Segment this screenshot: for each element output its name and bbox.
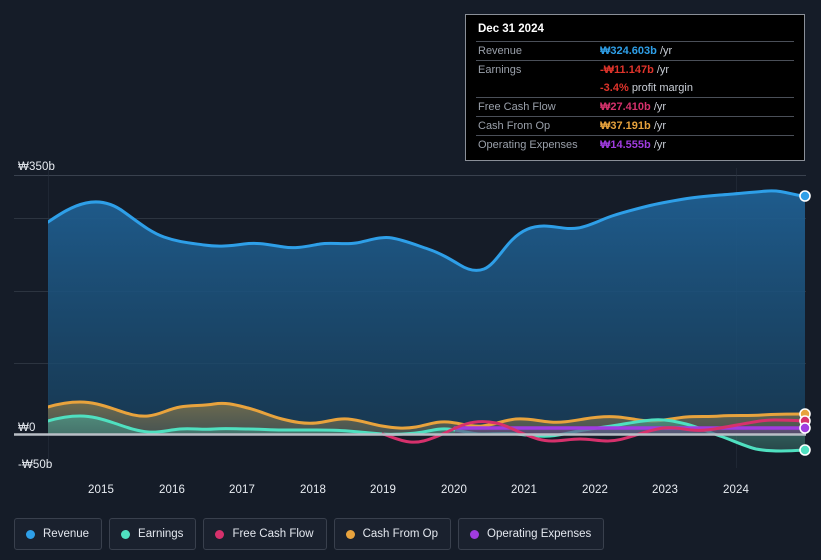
legend-label-operating-expenses: Operating Expenses bbox=[487, 528, 592, 540]
tooltip-row-cash-from-op: Cash From Op ₩37.191b /yr bbox=[476, 116, 794, 136]
tooltip-row-profit-margin: -3.4% profit margin bbox=[476, 79, 794, 98]
legend-label-revenue: Revenue bbox=[43, 528, 90, 540]
tooltip-key-profit-margin bbox=[476, 79, 598, 98]
tooltip-value-free-cash-flow: ₩27.410b /yr bbox=[598, 98, 794, 117]
tooltip-value-earnings: -₩11.147b /yr bbox=[598, 61, 794, 80]
legend-item-free-cash-flow[interactable]: Free Cash Flow bbox=[203, 518, 327, 550]
tooltip-key-revenue: Revenue bbox=[478, 45, 523, 57]
tooltip-unit-revenue: /yr bbox=[659, 45, 673, 57]
y-axis-label-350b: ₩350b bbox=[18, 161, 55, 173]
tooltip-unit-earnings: /yr bbox=[656, 64, 670, 76]
tooltip-unit-profit-margin: profit margin bbox=[631, 82, 693, 94]
tooltip-amount-operating-expenses: ₩14.555b bbox=[600, 139, 651, 151]
tooltip-key-operating-expenses: Operating Expenses bbox=[478, 139, 578, 151]
legend-dot-operating-expenses-icon bbox=[470, 529, 480, 539]
x-axis-label-2023: 2023 bbox=[652, 484, 678, 496]
tooltip-key-earnings: Earnings bbox=[478, 64, 522, 76]
tooltip-amount-earnings: -₩11.147b bbox=[600, 64, 654, 76]
legend-dot-earnings-icon bbox=[121, 529, 131, 539]
tooltip-row-revenue: Revenue ₩324.603b /yr bbox=[476, 41, 794, 61]
tooltip-table: Revenue ₩324.603b /yr Earnings -₩11.147b… bbox=[476, 41, 794, 154]
x-axis-label-2021: 2021 bbox=[511, 484, 537, 496]
legend-label-free-cash-flow: Free Cash Flow bbox=[232, 528, 314, 540]
y-axis-label-zero: ₩0 bbox=[18, 422, 36, 434]
x-axis-label-2018: 2018 bbox=[300, 484, 326, 496]
y-axis-label-neg50b: -₩50b bbox=[18, 459, 53, 471]
tooltip-value-profit-margin: -3.4% profit margin bbox=[598, 79, 794, 98]
legend-item-cash-from-op[interactable]: Cash From Op bbox=[333, 518, 452, 550]
tooltip-value-cash-from-op: ₩37.191b /yr bbox=[598, 117, 794, 136]
legend-label-cash-from-op: Cash From Op bbox=[362, 528, 439, 540]
revenue-area bbox=[48, 190, 805, 434]
x-axis-label-2019: 2019 bbox=[370, 484, 396, 496]
tooltip-row-free-cash-flow: Free Cash Flow ₩27.410b /yr bbox=[476, 97, 794, 117]
tooltip-unit-operating-expenses: /yr bbox=[653, 139, 667, 151]
legend-dot-cash-from-op-icon bbox=[345, 529, 355, 539]
tooltip-amount-revenue: ₩324.603b bbox=[600, 45, 657, 57]
stock-financials-chart: ₩350b ₩0 -₩50b 2015 2016 2017 2018 2019 … bbox=[0, 0, 821, 560]
tooltip-row-operating-expenses: Operating Expenses ₩14.555b /yr bbox=[476, 135, 794, 155]
legend-dot-free-cash-flow-icon bbox=[215, 529, 225, 539]
legend-dot-revenue-icon bbox=[26, 529, 35, 539]
tooltip-amount-free-cash-flow: ₩27.410b bbox=[600, 101, 651, 113]
tooltip-unit-cash-from-op: /yr bbox=[653, 120, 667, 132]
tooltip-value-revenue: ₩324.603b /yr bbox=[598, 42, 794, 61]
x-axis-label-2017: 2017 bbox=[229, 484, 255, 496]
x-axis-label-2024: 2024 bbox=[723, 484, 749, 496]
legend-item-operating-expenses[interactable]: Operating Expenses bbox=[458, 518, 605, 550]
tooltip-row-earnings: Earnings -₩11.147b /yr bbox=[476, 60, 794, 80]
tooltip-date: Dec 31 2024 bbox=[478, 23, 544, 35]
tooltip-amount-cash-from-op: ₩37.191b bbox=[600, 120, 651, 132]
tooltip-value-operating-expenses: ₩14.555b /yr bbox=[598, 136, 794, 155]
x-axis-label-2015: 2015 bbox=[88, 484, 114, 496]
chart-legend: Revenue Earnings Free Cash Flow Cash Fro… bbox=[0, 512, 821, 556]
x-axis-label-2022: 2022 bbox=[582, 484, 608, 496]
x-axis-label-2016: 2016 bbox=[159, 484, 185, 496]
tooltip-key-cash-from-op: Cash From Op bbox=[478, 120, 551, 132]
x-axis-label-2020: 2020 bbox=[441, 484, 467, 496]
chart-tooltip: Dec 31 2024 Revenue ₩324.603b /yr Earnin… bbox=[465, 14, 805, 161]
legend-item-earnings[interactable]: Earnings bbox=[109, 518, 197, 550]
legend-item-revenue[interactable]: Revenue bbox=[14, 518, 103, 550]
tooltip-amount-profit-margin: -3.4% bbox=[600, 82, 629, 94]
tooltip-unit-free-cash-flow: /yr bbox=[653, 101, 667, 113]
tooltip-key-free-cash-flow: Free Cash Flow bbox=[478, 101, 556, 113]
legend-label-earnings: Earnings bbox=[138, 528, 184, 540]
